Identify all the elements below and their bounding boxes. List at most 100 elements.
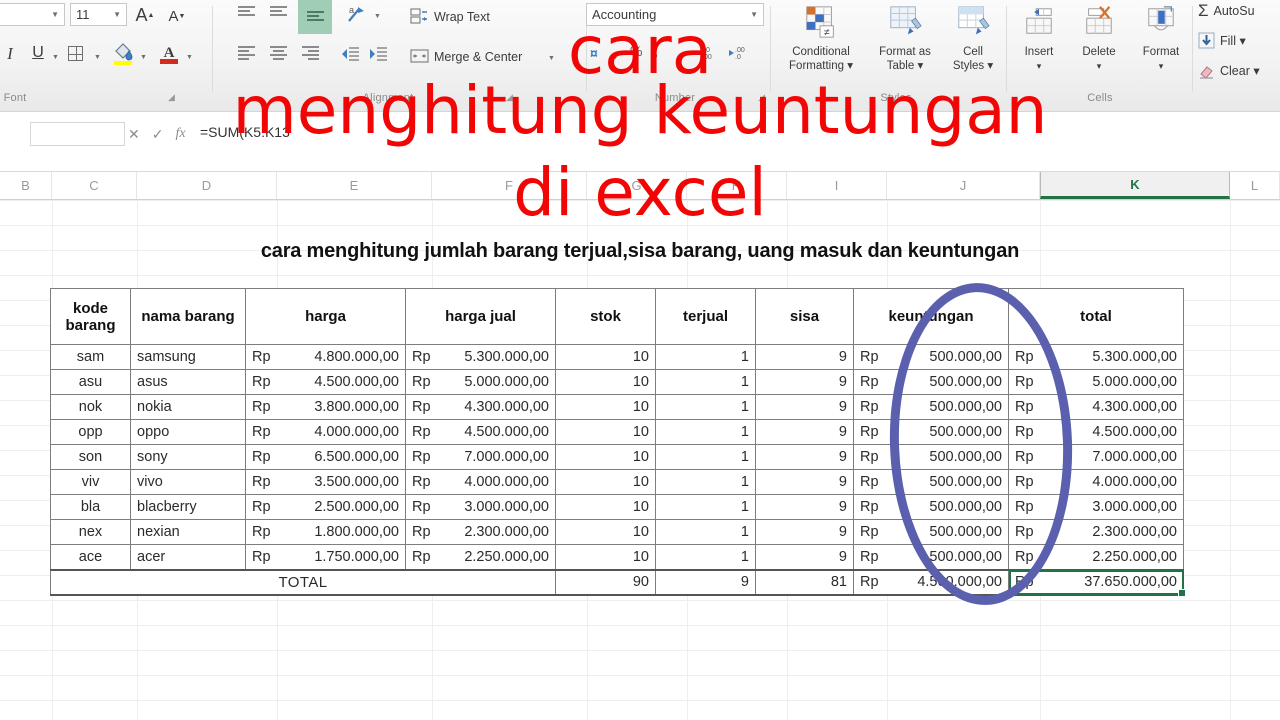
borders-icon[interactable] bbox=[68, 46, 83, 61]
column-header-e[interactable]: E bbox=[277, 172, 432, 199]
cell-total[interactable]: Rp 5.300.000,00 bbox=[1008, 344, 1184, 370]
cell-harga[interactable]: Rp 3.800.000,00 bbox=[245, 394, 406, 420]
chevron-down-icon[interactable]: ▼ bbox=[140, 54, 147, 61]
align-center-icon[interactable] bbox=[270, 46, 287, 60]
percent-style-icon[interactable]: % bbox=[630, 44, 642, 58]
chevron-down-icon[interactable]: ▼ bbox=[52, 54, 59, 61]
fill-button[interactable]: Fill ▾ bbox=[1198, 32, 1246, 49]
cell-kode-barang[interactable]: asu bbox=[50, 369, 131, 395]
font-size-combo[interactable]: 11 ▼ bbox=[70, 3, 127, 26]
cell-terjual[interactable]: 1 bbox=[655, 544, 756, 570]
cell-stok[interactable]: 10 bbox=[555, 394, 656, 420]
cell-keuntungan[interactable]: Rp 500.000,00 bbox=[853, 369, 1009, 395]
number-format-combo[interactable]: Accounting ▼ bbox=[586, 3, 764, 26]
formula-input[interactable]: =SUM(K5:K13 bbox=[200, 124, 290, 140]
align-middle-icon[interactable] bbox=[270, 6, 287, 16]
cell-harga-jual[interactable]: Rp 4.300.000,00 bbox=[405, 394, 556, 420]
decrease-indent-icon[interactable] bbox=[340, 46, 360, 62]
align-left-icon[interactable] bbox=[238, 46, 255, 60]
cell-keuntungan[interactable]: Rp 500.000,00 bbox=[853, 394, 1009, 420]
cell-terjual[interactable]: 1 bbox=[655, 419, 756, 445]
column-header-b[interactable]: B bbox=[0, 172, 52, 199]
total-keuntungan[interactable]: Rp 4.500.000,00 bbox=[853, 568, 1009, 596]
column-header-k[interactable]: K bbox=[1040, 172, 1230, 199]
cell-harga-jual[interactable]: Rp 2.300.000,00 bbox=[405, 519, 556, 545]
cell-harga[interactable]: Rp 4.500.000,00 bbox=[245, 369, 406, 395]
cell-nama-barang[interactable]: acer bbox=[130, 544, 246, 570]
cell-terjual[interactable]: 1 bbox=[655, 444, 756, 470]
column-header-i[interactable]: I bbox=[787, 172, 887, 199]
column-header-h[interactable]: H bbox=[687, 172, 787, 199]
name-box[interactable] bbox=[30, 122, 125, 146]
cell-nama-barang[interactable]: blacberry bbox=[130, 494, 246, 520]
cell-nama-barang[interactable]: vivo bbox=[130, 469, 246, 495]
cell-sisa[interactable]: 9 bbox=[755, 394, 854, 420]
chevron-down-icon[interactable]: ▼ bbox=[612, 54, 619, 61]
cell-keuntungan[interactable]: Rp 500.000,00 bbox=[853, 469, 1009, 495]
cell-kode-barang[interactable]: nex bbox=[50, 519, 131, 545]
column-header-j[interactable]: J bbox=[887, 172, 1040, 199]
cell-keuntungan[interactable]: Rp 500.000,00 bbox=[853, 544, 1009, 570]
column-header-f[interactable]: F bbox=[432, 172, 587, 199]
font-color-icon[interactable]: A bbox=[158, 42, 180, 66]
cell-terjual[interactable]: 1 bbox=[655, 394, 756, 420]
shrink-font-icon[interactable]: A ▼ bbox=[166, 6, 188, 26]
accounting-format-icon[interactable]: ¤ bbox=[586, 44, 606, 62]
confirm-formula-icon[interactable]: ✓ bbox=[152, 126, 164, 143]
column-header-c[interactable]: C bbox=[52, 172, 137, 199]
increase-indent-icon[interactable] bbox=[368, 46, 388, 62]
total-row-label[interactable]: TOTAL bbox=[50, 568, 556, 596]
cell-total[interactable]: Rp 7.000.000,00 bbox=[1008, 444, 1184, 470]
cell-terjual[interactable]: 1 bbox=[655, 369, 756, 395]
grow-font-icon[interactable]: A ▲ bbox=[134, 5, 156, 25]
cell-keuntungan[interactable]: Rp 500.000,00 bbox=[853, 419, 1009, 445]
cell-kode-barang[interactable]: bla bbox=[50, 494, 131, 520]
cell-kode-barang[interactable]: sam bbox=[50, 344, 131, 370]
cell-harga[interactable]: Rp 2.500.000,00 bbox=[245, 494, 406, 520]
cell-terjual[interactable]: 1 bbox=[655, 494, 756, 520]
insert-function-icon[interactable]: fx bbox=[175, 126, 185, 142]
cell-keuntungan[interactable]: Rp 500.000,00 bbox=[853, 519, 1009, 545]
cell-stok[interactable]: 10 bbox=[555, 494, 656, 520]
orientation-icon[interactable]: a bbox=[346, 4, 368, 26]
autosum-button[interactable]: Σ AutoSu bbox=[1198, 2, 1255, 19]
column-header-d[interactable]: D bbox=[137, 172, 277, 199]
cell-sisa[interactable]: 9 bbox=[755, 469, 854, 495]
cell-kode-barang[interactable]: opp bbox=[50, 419, 131, 445]
cell-nama-barang[interactable]: oppo bbox=[130, 419, 246, 445]
cell-kode-barang[interactable]: ace bbox=[50, 544, 131, 570]
cell-harga-jual[interactable]: Rp 2.250.000,00 bbox=[405, 544, 556, 570]
underline-button[interactable]: U bbox=[28, 45, 48, 61]
chevron-down-icon[interactable]: ▾ bbox=[1010, 60, 1068, 73]
cell-harga[interactable]: Rp 1.800.000,00 bbox=[245, 519, 406, 545]
cell-keuntungan[interactable]: Rp 500.000,00 bbox=[853, 344, 1009, 370]
cell-total[interactable]: Rp 3.000.000,00 bbox=[1008, 494, 1184, 520]
total-stok[interactable]: 90 bbox=[555, 568, 656, 596]
cell-nama-barang[interactable]: samsung bbox=[130, 344, 246, 370]
cell-stok[interactable]: 10 bbox=[555, 419, 656, 445]
cell-total[interactable]: Rp 2.300.000,00 bbox=[1008, 519, 1184, 545]
total-terjual[interactable]: 9 bbox=[655, 568, 756, 596]
wrap-text-button[interactable]: Wrap Text bbox=[410, 8, 490, 25]
chevron-down-icon[interactable]: ▼ bbox=[374, 13, 381, 20]
cancel-formula-icon[interactable]: ✕ bbox=[128, 126, 140, 143]
cell-total[interactable]: Rp 5.000.000,00 bbox=[1008, 369, 1184, 395]
number-dialog-launcher[interactable]: ◢ bbox=[758, 92, 765, 103]
cell-sisa[interactable]: 9 bbox=[755, 544, 854, 570]
align-top-icon[interactable] bbox=[238, 6, 255, 16]
cell-keuntungan[interactable]: Rp 500.000,00 bbox=[853, 494, 1009, 520]
merge-center-button[interactable]: Merge & Center bbox=[410, 48, 522, 65]
cell-terjual[interactable]: 1 bbox=[655, 344, 756, 370]
increase-decimal-icon[interactable]: .0 00 bbox=[694, 44, 718, 62]
total-sisa[interactable]: 81 bbox=[755, 568, 854, 596]
cell-kode-barang[interactable]: nok bbox=[50, 394, 131, 420]
cell-harga[interactable]: Rp 1.750.000,00 bbox=[245, 544, 406, 570]
clear-button[interactable]: Clear ▾ bbox=[1198, 62, 1260, 79]
chevron-down-icon[interactable]: ▼ bbox=[548, 55, 555, 62]
chevron-down-icon[interactable]: ▾ bbox=[1130, 60, 1192, 73]
cell-harga-jual[interactable]: Rp 4.000.000,00 bbox=[405, 469, 556, 495]
cell-harga[interactable]: Rp 6.500.000,00 bbox=[245, 444, 406, 470]
cell-stok[interactable]: 10 bbox=[555, 344, 656, 370]
align-right-icon[interactable] bbox=[302, 46, 319, 60]
cell-harga[interactable]: Rp 3.500.000,00 bbox=[245, 469, 406, 495]
